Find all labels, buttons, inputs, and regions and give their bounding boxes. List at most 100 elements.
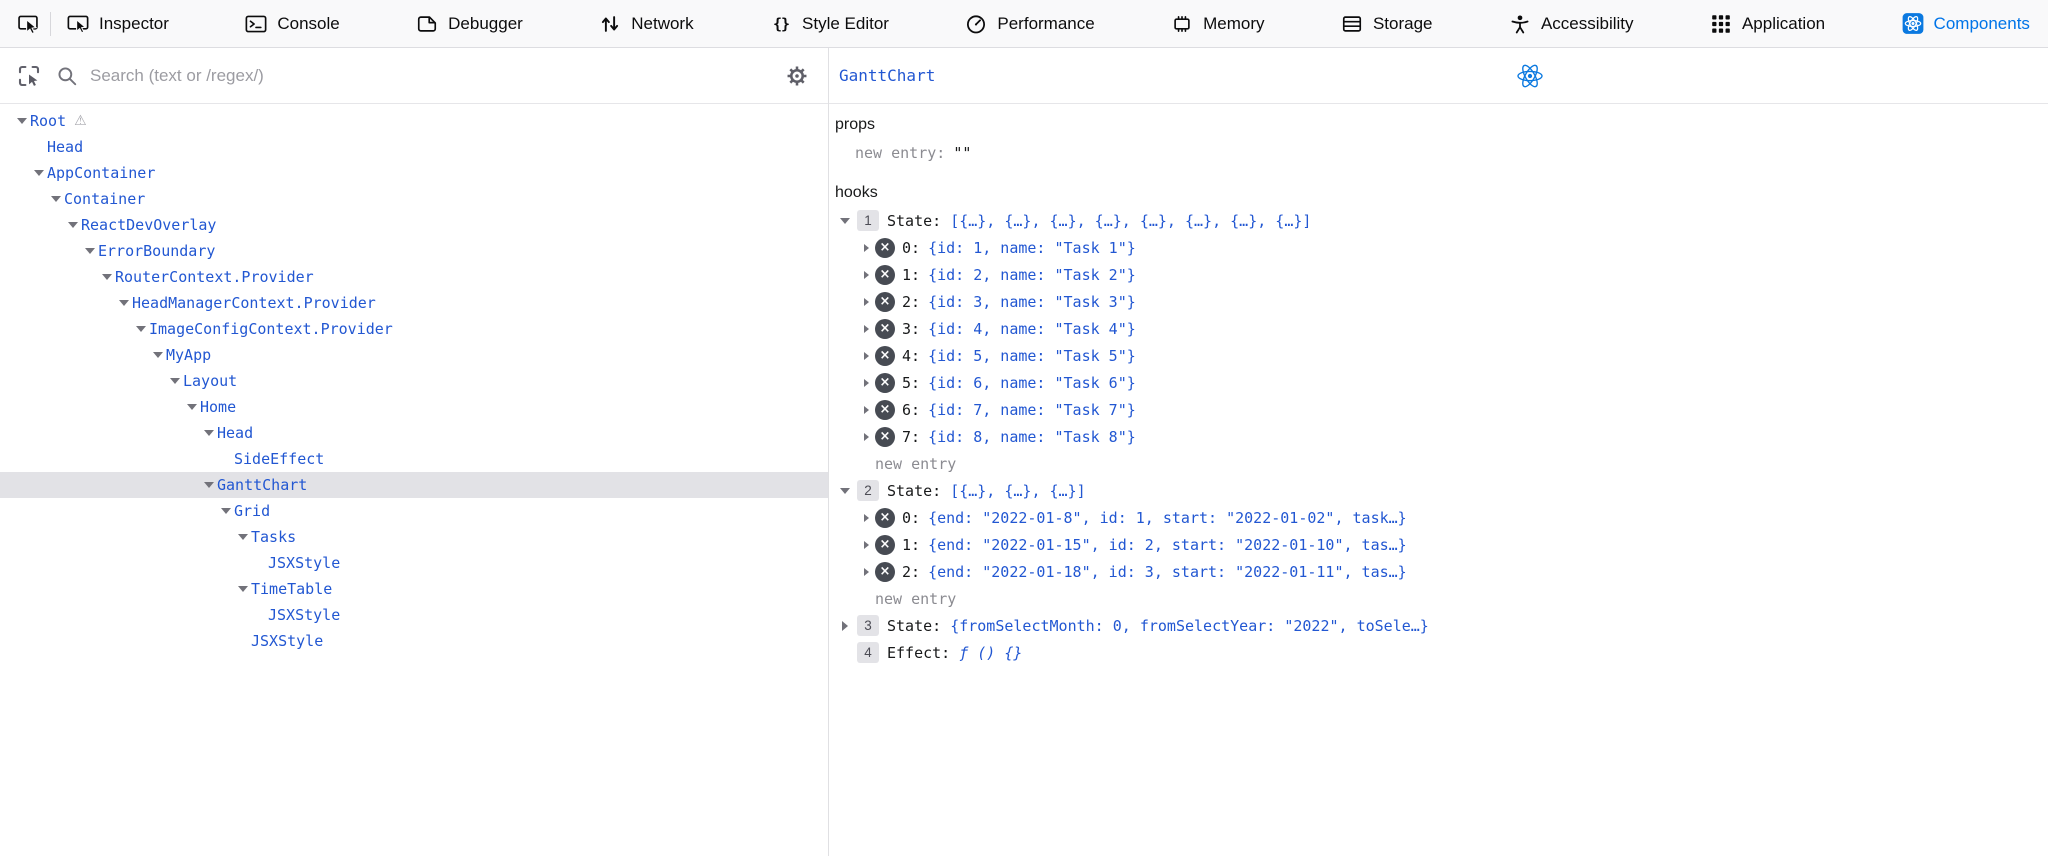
expand-arrow-icon[interactable] <box>859 298 873 306</box>
tree-item-grid[interactable]: Grid <box>0 498 828 524</box>
expand-arrow-icon[interactable] <box>837 218 853 224</box>
hook-2-entry-row[interactable]: ×1:{end: "2022-01-15", id: 2, start: "20… <box>835 531 2048 558</box>
remove-entry-button[interactable]: × <box>875 427 895 447</box>
remove-entry-button[interactable]: × <box>875 400 895 420</box>
entry-index: 1: <box>902 536 920 554</box>
tree-item-headmanagercontext-provider[interactable]: HeadManagerContext.Provider <box>0 290 828 316</box>
tree-item-sideeffect[interactable]: SideEffect <box>0 446 828 472</box>
tab-components[interactable]: Components <box>1902 0 2030 47</box>
tree-item-jsxstyle[interactable]: JSXStyle <box>0 602 828 628</box>
expand-arrow-icon[interactable] <box>235 534 251 540</box>
expand-arrow-icon[interactable] <box>14 118 30 124</box>
expand-arrow-icon[interactable] <box>201 430 217 436</box>
tab-console[interactable]: Console <box>245 0 339 47</box>
tab-accessibility[interactable]: Accessibility <box>1509 0 1634 47</box>
remove-entry-button[interactable]: × <box>875 346 895 366</box>
tab-performance[interactable]: Performance <box>965 0 1094 47</box>
new-entry-row[interactable]: new entry <box>835 585 2048 612</box>
expand-arrow-icon[interactable] <box>116 300 132 306</box>
remove-entry-button[interactable]: × <box>875 238 895 258</box>
tab-storage[interactable]: Storage <box>1341 0 1433 47</box>
expand-arrow-icon[interactable] <box>201 482 217 488</box>
expand-arrow-icon[interactable] <box>99 274 115 280</box>
tab-inspector[interactable]: Inspector <box>67 0 169 47</box>
tree-item-container[interactable]: Container <box>0 186 828 212</box>
remove-entry-button[interactable]: × <box>875 373 895 393</box>
new-entry-label[interactable]: new entry: <box>855 144 945 162</box>
tab-style-editor[interactable]: {}Style Editor <box>770 0 889 47</box>
hook-1-entry-row[interactable]: ×4:{id: 5, name: "Task 5"} <box>835 342 2048 369</box>
settings-gear-button[interactable] <box>786 65 808 87</box>
hook-1-entry-row[interactable]: ×7:{id: 8, name: "Task 8"} <box>835 423 2048 450</box>
hook-1-entry-row[interactable]: ×2:{id: 3, name: "Task 3"} <box>835 288 2048 315</box>
remove-entry-button[interactable]: × <box>875 319 895 339</box>
hook-2-row[interactable]: 2State:[{…}, {…}, {…}] <box>835 477 2048 504</box>
hook-1-entry-row[interactable]: ×1:{id: 2, name: "Task 2"} <box>835 261 2048 288</box>
expand-arrow-icon[interactable] <box>167 378 183 384</box>
component-name: RouterContext.Provider <box>115 268 314 286</box>
expand-arrow-icon[interactable] <box>150 352 166 358</box>
tree-item-ganttchart[interactable]: GanttChart <box>0 472 828 498</box>
tree-item-jsxstyle[interactable]: JSXStyle <box>0 628 828 654</box>
remove-entry-button[interactable]: × <box>875 535 895 555</box>
tab-debugger[interactable]: Debugger <box>416 0 523 47</box>
remove-entry-button[interactable]: × <box>875 265 895 285</box>
expand-arrow-icon[interactable] <box>859 271 873 279</box>
tab-application[interactable]: Application <box>1710 0 1825 47</box>
expand-arrow-icon[interactable] <box>859 325 873 333</box>
hook-4-row[interactable]: 4Effect:ƒ () {} <box>835 639 2048 666</box>
new-entry-value[interactable]: "" <box>953 144 971 162</box>
expand-arrow-icon[interactable] <box>859 568 873 576</box>
tree-item-errorboundary[interactable]: ErrorBoundary <box>0 238 828 264</box>
expand-arrow-icon[interactable] <box>65 222 81 228</box>
new-entry-row[interactable]: new entry <box>835 450 2048 477</box>
expand-arrow-icon[interactable] <box>184 404 200 410</box>
expand-arrow-icon[interactable] <box>837 488 853 494</box>
tree-item-timetable[interactable]: TimeTable <box>0 576 828 602</box>
hook-1-entry-row[interactable]: ×5:{id: 6, name: "Task 6"} <box>835 369 2048 396</box>
remove-entry-button[interactable]: × <box>875 292 895 312</box>
tree-item-head[interactable]: Head <box>0 134 828 160</box>
tree-item-myapp[interactable]: MyApp <box>0 342 828 368</box>
expand-arrow-icon[interactable] <box>218 508 234 514</box>
hook-1-entry-row[interactable]: ×3:{id: 4, name: "Task 4"} <box>835 315 2048 342</box>
inspect-component-button[interactable] <box>14 61 44 91</box>
expand-arrow-icon[interactable] <box>859 406 873 414</box>
hook-2-entry-row[interactable]: ×0:{end: "2022-01-8", id: 1, start: "202… <box>835 504 2048 531</box>
expand-arrow-icon[interactable] <box>82 248 98 254</box>
tab-memory[interactable]: Memory <box>1171 0 1264 47</box>
expand-arrow-icon[interactable] <box>837 621 853 631</box>
details-body: props new entry: "" hooks 1State:[{…}, {… <box>829 104 2048 856</box>
tree-item-layout[interactable]: Layout <box>0 368 828 394</box>
hook-1-entry-row[interactable]: ×6:{id: 7, name: "Task 7"} <box>835 396 2048 423</box>
tree-item-reactdevoverlay[interactable]: ReactDevOverlay <box>0 212 828 238</box>
hook-3-row[interactable]: 3State:{fromSelectMonth: 0, fromSelectYe… <box>835 612 2048 639</box>
search-input[interactable] <box>90 66 774 86</box>
remove-entry-button[interactable]: × <box>875 562 895 582</box>
pick-element-button[interactable] <box>10 6 46 42</box>
expand-arrow-icon[interactable] <box>133 326 149 332</box>
tab-network[interactable]: Network <box>599 0 693 47</box>
expand-arrow-icon[interactable] <box>859 379 873 387</box>
expand-arrow-icon[interactable] <box>859 433 873 441</box>
props-new-entry-row[interactable]: new entry: "" <box>835 139 2048 166</box>
tree-item-head[interactable]: Head <box>0 420 828 446</box>
tree-item-home[interactable]: Home <box>0 394 828 420</box>
hook-1-row[interactable]: 1State:[{…}, {…}, {…}, {…}, {…}, {…}, {…… <box>835 207 2048 234</box>
hook-2-entry-row[interactable]: ×2:{end: "2022-01-18", id: 3, start: "20… <box>835 558 2048 585</box>
expand-arrow-icon[interactable] <box>859 514 873 522</box>
expand-arrow-icon[interactable] <box>235 586 251 592</box>
tree-item-root[interactable]: Root⚠ <box>0 108 828 134</box>
tree-item-jsxstyle[interactable]: JSXStyle <box>0 550 828 576</box>
tree-item-tasks[interactable]: Tasks <box>0 524 828 550</box>
remove-entry-button[interactable]: × <box>875 508 895 528</box>
tree-item-imageconfigcontext-provider[interactable]: ImageConfigContext.Provider <box>0 316 828 342</box>
hook-1-entry-row[interactable]: ×0:{id: 1, name: "Task 1"} <box>835 234 2048 261</box>
expand-arrow-icon[interactable] <box>859 541 873 549</box>
tree-item-routercontext-provider[interactable]: RouterContext.Provider <box>0 264 828 290</box>
expand-arrow-icon[interactable] <box>859 352 873 360</box>
expand-arrow-icon[interactable] <box>31 170 47 176</box>
expand-arrow-icon[interactable] <box>859 244 873 252</box>
tree-item-appcontainer[interactable]: AppContainer <box>0 160 828 186</box>
expand-arrow-icon[interactable] <box>48 196 64 202</box>
